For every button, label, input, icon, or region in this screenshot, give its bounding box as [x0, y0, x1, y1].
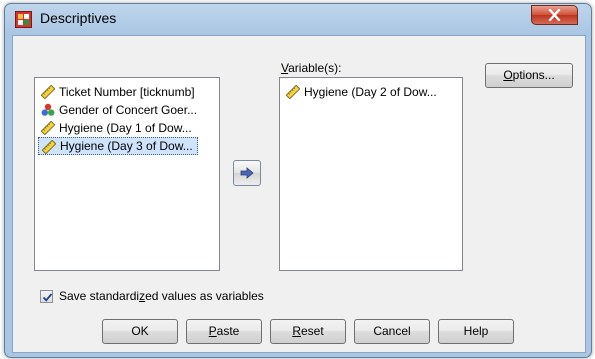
selected-variables-list[interactable]: Hygiene (Day 2 of Dow... — [279, 77, 463, 271]
help-button[interactable]: Help — [438, 319, 514, 344]
list-item-label: Hygiene (Day 1 of Dow... — [59, 121, 192, 135]
scale-ruler-icon — [40, 84, 56, 100]
save-standardized-checkbox[interactable] — [40, 290, 53, 303]
list-item-label: Ticket Number [ticknumb] — [59, 85, 195, 99]
move-to-variables-button[interactable] — [233, 160, 261, 186]
dialog-body: Ticket Number [ticknumb] Gender of Conce… — [12, 35, 586, 353]
close-button[interactable] — [531, 5, 578, 25]
scale-ruler-icon — [41, 139, 57, 155]
scale-ruler-icon — [40, 120, 56, 136]
checkmark-icon — [42, 293, 53, 302]
list-item[interactable]: Hygiene (Day 1 of Dow... — [38, 119, 196, 137]
scale-ruler-icon — [285, 84, 301, 100]
list-item[interactable]: Gender of Concert Goer... — [38, 101, 201, 119]
save-standardized-label: Save standardized values as variables — [59, 289, 264, 303]
options-button[interactable]: Options... — [485, 63, 573, 88]
right-arrow-icon — [240, 167, 254, 179]
list-item-label: Hygiene (Day 2 of Dow... — [304, 85, 437, 99]
spss-app-icon — [15, 11, 32, 28]
cancel-button[interactable]: Cancel — [354, 319, 430, 344]
window-title: Descriptives — [40, 10, 117, 26]
variables-label: Variable(s): — [281, 61, 342, 75]
list-item[interactable]: Ticket Number [ticknumb] — [38, 83, 199, 101]
reset-button[interactable]: Reset — [270, 319, 346, 344]
list-item[interactable]: Hygiene (Day 2 of Dow... — [283, 83, 441, 101]
list-item-label: Hygiene (Day 3 of Dow... — [60, 139, 193, 153]
close-icon — [548, 9, 561, 21]
list-item-selected[interactable]: Hygiene (Day 3 of Dow... — [38, 137, 198, 155]
source-variable-list[interactable]: Ticket Number [ticknumb] Gender of Conce… — [34, 77, 220, 271]
title-bar[interactable]: Descriptives — [5, 4, 591, 34]
ok-button[interactable]: OK — [102, 319, 178, 344]
descriptives-dialog: Descriptives Ticket Number [ticknumb] Ge… — [4, 3, 592, 358]
list-item-label: Gender of Concert Goer... — [59, 103, 198, 117]
nominal-circles-icon — [41, 103, 55, 117]
paste-button[interactable]: Paste — [186, 319, 262, 344]
